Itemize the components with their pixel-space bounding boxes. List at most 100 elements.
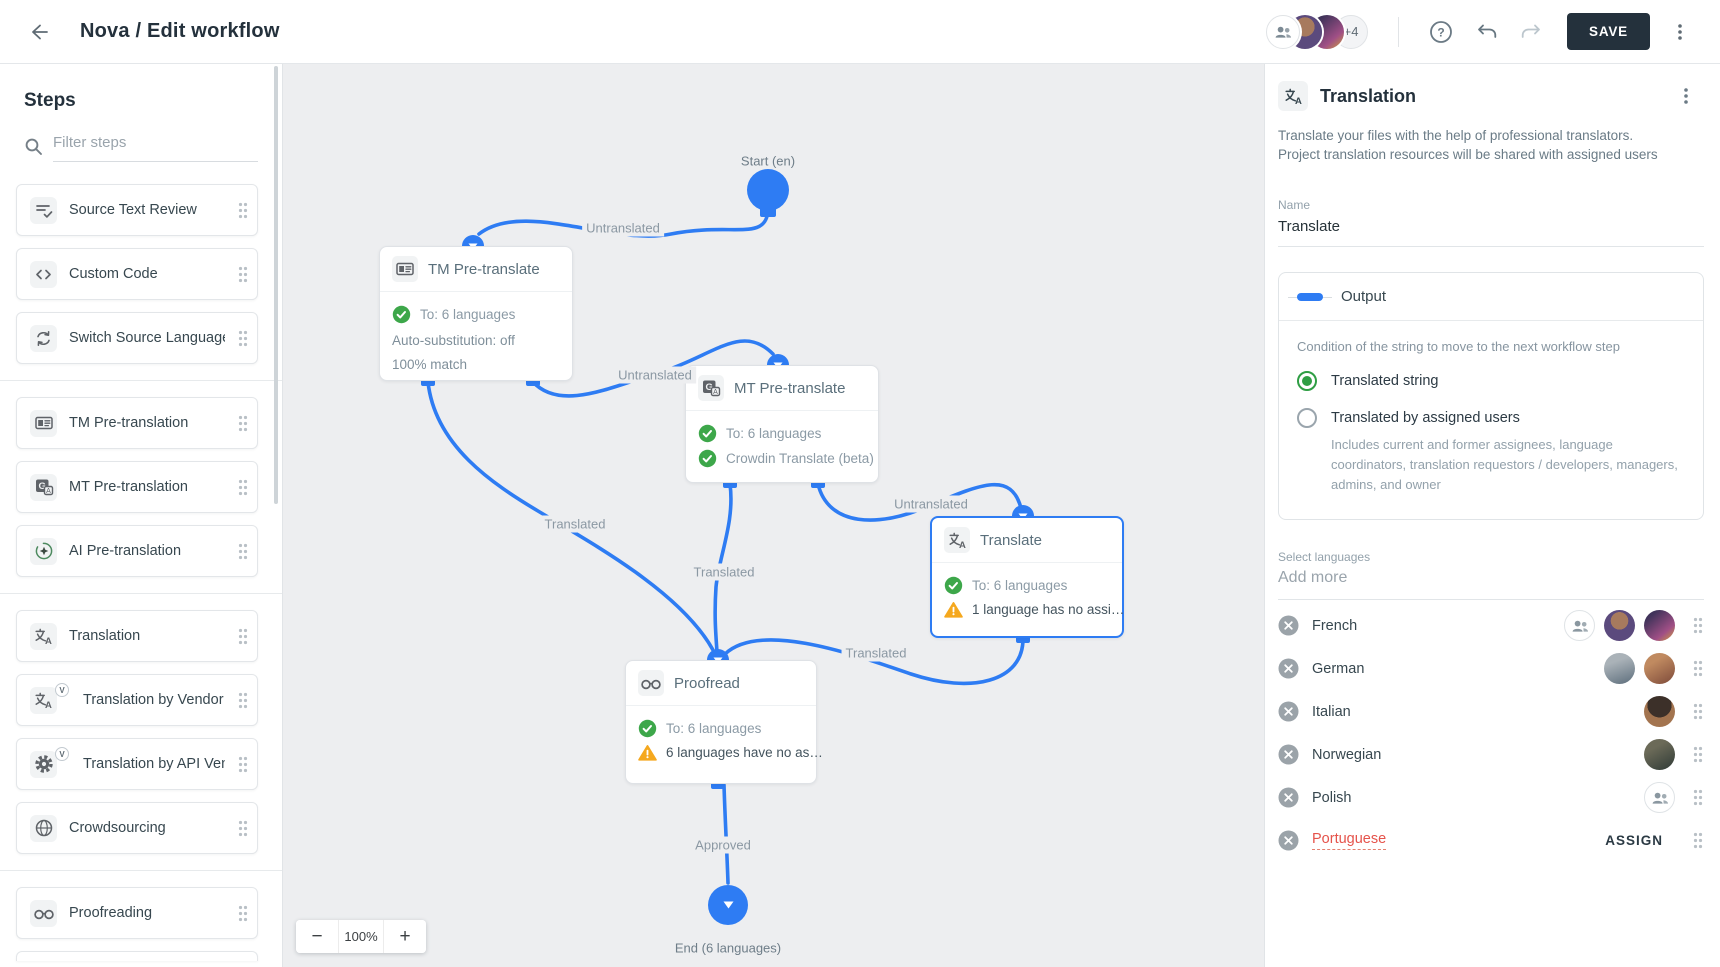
- language-row-german[interactable]: German: [1278, 647, 1704, 690]
- step-label: Custom Code: [69, 266, 225, 282]
- drag-handle-icon[interactable]: [237, 904, 249, 923]
- step-label: Proofreading: [69, 905, 225, 921]
- save-button[interactable]: SAVE: [1567, 13, 1650, 50]
- avatar[interactable]: [1644, 610, 1675, 641]
- avatar[interactable]: [1604, 610, 1635, 641]
- drag-handle-icon[interactable]: [237, 478, 249, 497]
- drag-handle-icon[interactable]: [237, 542, 249, 561]
- node-tm-pretranslate[interactable]: TM Pre-translate To: 6 languages Auto-su…: [379, 246, 573, 381]
- svg-text:A: A: [713, 389, 718, 396]
- assign-button[interactable]: ASSIGN: [1605, 833, 1663, 848]
- language-name-unassigned: Portuguese: [1312, 831, 1386, 850]
- avatar[interactable]: [1644, 696, 1675, 727]
- step-card-translation[interactable]: A Translation: [16, 610, 258, 662]
- drag-handle-icon[interactable]: [237, 329, 249, 348]
- remove-icon[interactable]: [1278, 701, 1299, 722]
- end-node[interactable]: [708, 885, 748, 925]
- remove-icon[interactable]: [1278, 658, 1299, 679]
- radio-translated-string[interactable]: Translated string: [1297, 371, 1685, 391]
- add-language-input[interactable]: [1278, 564, 1704, 600]
- step-label: AI Pre-translation: [69, 543, 225, 559]
- filter-steps-input[interactable]: [53, 130, 258, 162]
- drag-handle-icon[interactable]: [1692, 745, 1704, 764]
- step-card-proofreading[interactable]: Proofreading: [16, 887, 258, 939]
- group-avatar[interactable]: [1564, 610, 1595, 641]
- drag-handle-icon[interactable]: [237, 627, 249, 646]
- step-card-crowdsourcing[interactable]: Crowdsourcing: [16, 802, 258, 854]
- remove-icon[interactable]: [1278, 615, 1299, 636]
- step-card-switch-source-language[interactable]: Switch Source Language: [16, 312, 258, 364]
- step-card-translation-by-api-vendor[interactable]: V Translation by API Ven…: [16, 738, 258, 790]
- name-input[interactable]: [1278, 212, 1704, 247]
- drag-handle-icon[interactable]: [1692, 831, 1704, 850]
- node-proofread[interactable]: Proofread To: 6 languages 6 languages ha…: [625, 660, 817, 784]
- radio-unselected-icon[interactable]: [1297, 408, 1317, 428]
- node-body: To: 6 languages Crowdin Translate (beta): [686, 411, 878, 483]
- output-port-icon: [1297, 293, 1323, 301]
- avatar[interactable]: [1644, 653, 1675, 684]
- kebab-menu-icon[interactable]: [1668, 78, 1704, 114]
- drag-handle-icon[interactable]: [1692, 788, 1704, 807]
- radio-translated-by-assigned[interactable]: Translated by assigned users: [1297, 408, 1685, 428]
- edge-label-approved: Approved: [691, 837, 755, 854]
- step-card-translation-by-vendor[interactable]: AV Translation by Vendor: [16, 674, 258, 726]
- drag-handle-icon[interactable]: [237, 201, 249, 220]
- step-card-mt-pretranslation[interactable]: GA MT Pre-translation: [16, 461, 258, 513]
- globe-icon: [30, 815, 57, 842]
- check-icon: [944, 576, 963, 595]
- assignee-avatars: [1604, 653, 1675, 684]
- tm-icon: [392, 256, 418, 282]
- help-icon[interactable]: ?: [1423, 14, 1459, 50]
- zoom-in-button[interactable]: +: [384, 920, 426, 953]
- drag-handle-icon[interactable]: [237, 819, 249, 838]
- search-icon: [24, 137, 43, 156]
- group-avatar[interactable]: [1266, 15, 1300, 49]
- avatar[interactable]: [1604, 653, 1635, 684]
- drag-handle-icon[interactable]: [237, 691, 249, 710]
- drag-handle-icon[interactable]: [1692, 702, 1704, 721]
- language-row-french[interactable]: French: [1278, 604, 1704, 647]
- node-warning-row: 6 languages have no as…: [638, 744, 804, 761]
- remove-icon[interactable]: [1278, 787, 1299, 808]
- avatar[interactable]: [1644, 739, 1675, 770]
- step-card-tm-pretranslation[interactable]: TM Pre-translation: [16, 397, 258, 449]
- start-node[interactable]: [747, 169, 789, 211]
- kebab-menu-icon[interactable]: [1662, 14, 1698, 50]
- node-header: TM Pre-translate: [380, 247, 572, 292]
- back-arrow-icon[interactable]: [22, 16, 54, 48]
- node-title: MT Pre-translate: [734, 380, 845, 397]
- language-name: German: [1312, 661, 1591, 677]
- step-card-ai-pretranslation[interactable]: AI Pre-translation: [16, 525, 258, 577]
- drag-handle-icon[interactable]: [237, 755, 249, 774]
- step-card-source-text-review[interactable]: Source Text Review: [16, 184, 258, 236]
- language-name: Portuguese: [1312, 831, 1592, 850]
- svg-text:A: A: [1294, 96, 1301, 107]
- node-mt-pretranslate[interactable]: GA MT Pre-translate To: 6 languages Crow…: [685, 365, 879, 483]
- language-row-italian[interactable]: Italian: [1278, 690, 1704, 733]
- output-title: Output: [1341, 288, 1386, 305]
- drag-handle-icon[interactable]: [1692, 616, 1704, 635]
- drag-handle-icon[interactable]: [1692, 659, 1704, 678]
- language-row-portuguese[interactable]: Portuguese ASSIGN: [1278, 819, 1704, 862]
- language-name: Norwegian: [1312, 747, 1631, 763]
- drag-handle-icon[interactable]: [237, 414, 249, 433]
- undo-icon[interactable]: [1469, 14, 1505, 50]
- drag-handle-icon[interactable]: [237, 265, 249, 284]
- radio-selected-icon[interactable]: [1297, 371, 1317, 391]
- node-translate[interactable]: A Translate To: 6 languages 1 language h…: [930, 516, 1124, 638]
- step-card-custom-code[interactable]: Custom Code: [16, 248, 258, 300]
- check-icon: [638, 719, 657, 738]
- sidebar-scrollbar[interactable]: [274, 66, 278, 504]
- language-row-norwegian[interactable]: Norwegian: [1278, 733, 1704, 776]
- remove-icon[interactable]: [1278, 744, 1299, 765]
- zoom-out-button[interactable]: −: [296, 920, 338, 953]
- output-card-header: Output: [1279, 273, 1703, 321]
- remove-icon[interactable]: [1278, 830, 1299, 851]
- workflow-canvas[interactable]: Start (en) Untranslated Untranslated Unt…: [283, 64, 1264, 967]
- group-divider: [0, 593, 283, 594]
- status-text: Auto-substitution: off: [392, 333, 515, 348]
- filter-steps-field: [24, 130, 258, 162]
- group-avatar[interactable]: [1644, 782, 1675, 813]
- status-text: 100% match: [392, 357, 467, 372]
- language-row-polish[interactable]: Polish: [1278, 776, 1704, 819]
